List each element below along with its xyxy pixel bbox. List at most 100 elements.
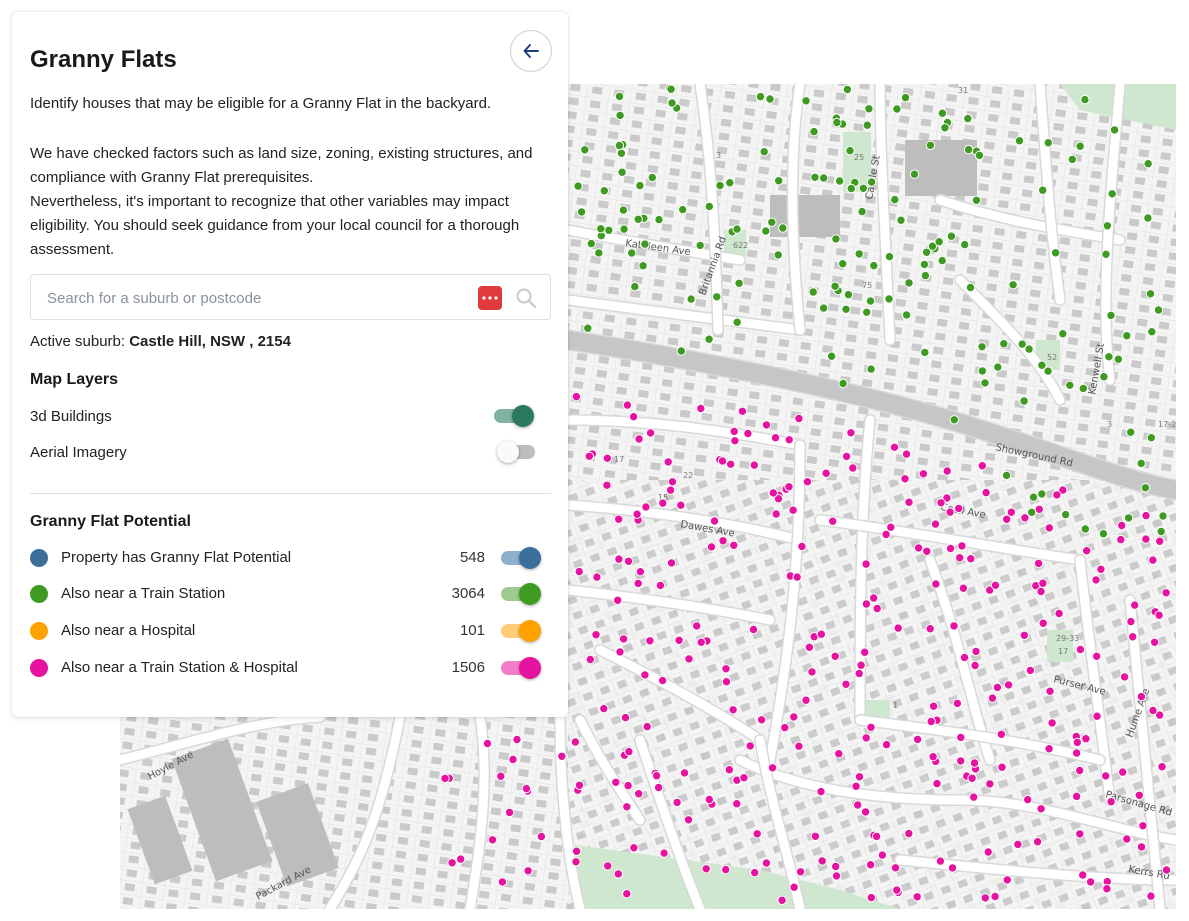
property-dot-train-hospital[interactable] [1118, 767, 1128, 777]
property-dot-train-hospital[interactable] [521, 783, 532, 794]
property-dot-train-hospital[interactable] [1003, 680, 1014, 690]
property-dot-train[interactable] [1037, 360, 1047, 370]
property-dot-train-hospital[interactable] [613, 869, 623, 879]
property-dot-train[interactable] [1001, 470, 1012, 481]
property-dot-train[interactable] [630, 281, 640, 292]
layer-3d-buildings-toggle[interactable] [494, 404, 534, 428]
property-dot-train-hospital[interactable] [795, 867, 806, 877]
property-dot-train-hospital[interactable] [1071, 748, 1082, 758]
property-dot-train-hospital[interactable] [696, 403, 706, 414]
property-dot-train[interactable] [573, 181, 583, 191]
property-dot-train[interactable] [596, 224, 606, 234]
property-dot-train-hospital[interactable] [1075, 644, 1086, 655]
property-dot-train[interactable] [704, 201, 714, 212]
property-dot-train-hospital[interactable] [628, 412, 639, 422]
property-dot-train-hospital[interactable] [848, 463, 858, 473]
property-dot-train-hospital[interactable] [1075, 765, 1085, 776]
property-dot-train-hospital[interactable] [851, 781, 861, 791]
property-dot-train[interactable] [830, 281, 840, 291]
property-dot-train[interactable] [638, 261, 648, 271]
property-dot-train-hospital[interactable] [1141, 510, 1151, 521]
property-dot-train-hospital[interactable] [1119, 672, 1130, 682]
property-dot-train-hospital[interactable] [970, 660, 980, 671]
property-dot-train[interactable] [761, 226, 771, 236]
layer-aerial-imagery-toggle[interactable] [497, 440, 539, 464]
property-dot-train-hospital[interactable] [1146, 891, 1156, 901]
property-dot-train-hospital[interactable] [767, 763, 778, 773]
property-dot-train-hospital[interactable] [1128, 632, 1138, 642]
property-dot-train[interactable] [594, 248, 604, 258]
property-dot-train-hospital[interactable] [807, 667, 817, 677]
property-dot-train-hospital[interactable] [996, 729, 1006, 739]
property-dot-train-hospital[interactable] [1157, 762, 1167, 772]
property-dot-train[interactable] [810, 172, 820, 183]
property-dot-train[interactable] [1140, 483, 1151, 493]
property-dot-train-hospital[interactable] [603, 861, 613, 871]
property-dot-train-hospital[interactable] [750, 867, 760, 878]
property-dot-train-hospital[interactable] [1022, 794, 1033, 805]
property-dot-train[interactable] [841, 304, 851, 314]
property-dot-train-hospital[interactable] [949, 621, 959, 631]
property-dot-train-hospital[interactable] [645, 428, 656, 438]
property-dot-train-hospital[interactable] [1091, 575, 1101, 585]
property-dot-train[interactable] [712, 292, 722, 302]
property-dot-train-hospital[interactable] [1075, 829, 1085, 839]
property-dot-train-hospital[interactable] [536, 831, 547, 842]
property-dot-train-hospital[interactable] [1122, 834, 1132, 844]
property-dot-train[interactable] [808, 287, 818, 297]
property-dot-train-hospital[interactable] [684, 654, 694, 664]
property-dot-train[interactable] [614, 91, 625, 102]
property-dot-train-hospital[interactable] [726, 459, 736, 469]
property-dot-train-hospital[interactable] [1038, 578, 1048, 588]
property-dot-train-hospital[interactable] [1136, 842, 1147, 852]
property-dot-train-hospital[interactable] [704, 794, 714, 805]
property-dot-train-hospital[interactable] [730, 436, 740, 446]
property-dot-train-hospital[interactable] [821, 468, 831, 478]
property-dot-train[interactable] [949, 415, 959, 425]
property-dot-train-hospital[interactable] [901, 449, 912, 459]
property-dot-train[interactable] [963, 144, 974, 155]
property-dot-train-hospital[interactable] [748, 624, 759, 635]
property-dot-train-hospital[interactable] [634, 789, 644, 799]
property-dot-train[interactable] [715, 180, 725, 191]
property-dot-train[interactable] [946, 231, 957, 241]
property-dot-train[interactable] [974, 150, 985, 161]
property-dot-train-hospital[interactable] [866, 722, 876, 732]
property-dot-train-hospital[interactable] [1045, 686, 1055, 696]
property-dot-train-hospital[interactable] [752, 829, 762, 839]
property-dot-train[interactable] [890, 194, 900, 205]
property-dot-train-hospital[interactable] [1082, 546, 1092, 556]
property-dot-train-hospital[interactable] [789, 712, 799, 722]
property-dot-train[interactable] [725, 178, 735, 188]
property-dot-train[interactable] [1099, 372, 1109, 382]
property-dot-train-hospital[interactable] [557, 751, 567, 761]
property-dot-train[interactable] [755, 91, 766, 102]
property-dot-train[interactable] [1145, 289, 1156, 299]
property-dot-train-hospital[interactable] [969, 758, 980, 768]
search-icon[interactable] [515, 287, 537, 309]
property-dot-train-hospital[interactable] [1002, 875, 1012, 885]
property-dot-train-hospital[interactable] [958, 583, 969, 593]
property-dot-train[interactable] [1027, 507, 1037, 517]
property-dot-train-hospital[interactable] [959, 652, 970, 663]
property-dot-train-hospital[interactable] [655, 580, 666, 591]
property-dot-train-hospital[interactable] [872, 603, 882, 614]
legend-toggle-hospital[interactable] [501, 619, 541, 643]
property-dot-train-hospital[interactable] [1078, 870, 1088, 880]
legend-toggle-train-hospital[interactable] [501, 656, 541, 680]
property-dot-train[interactable] [980, 378, 990, 388]
property-dot-train-hospital[interactable] [732, 799, 742, 809]
property-dot-train[interactable] [627, 248, 637, 258]
property-dot-train[interactable] [640, 239, 650, 249]
property-dot-train-hospital[interactable] [935, 856, 946, 866]
property-dot-train-hospital[interactable] [904, 828, 914, 839]
property-dot-train-hospital[interactable] [482, 738, 493, 749]
property-dot-train[interactable] [896, 215, 906, 225]
property-dot-train-hospital[interactable] [854, 772, 865, 782]
property-dot-train-hospital[interactable] [861, 599, 872, 609]
property-dot-train-hospital[interactable] [889, 442, 900, 452]
property-dot-train-hospital[interactable] [770, 433, 781, 443]
property-dot-train-hospital[interactable] [922, 546, 932, 556]
property-dot-train-hospital[interactable] [957, 541, 967, 551]
property-dot-train[interactable] [993, 362, 1003, 372]
